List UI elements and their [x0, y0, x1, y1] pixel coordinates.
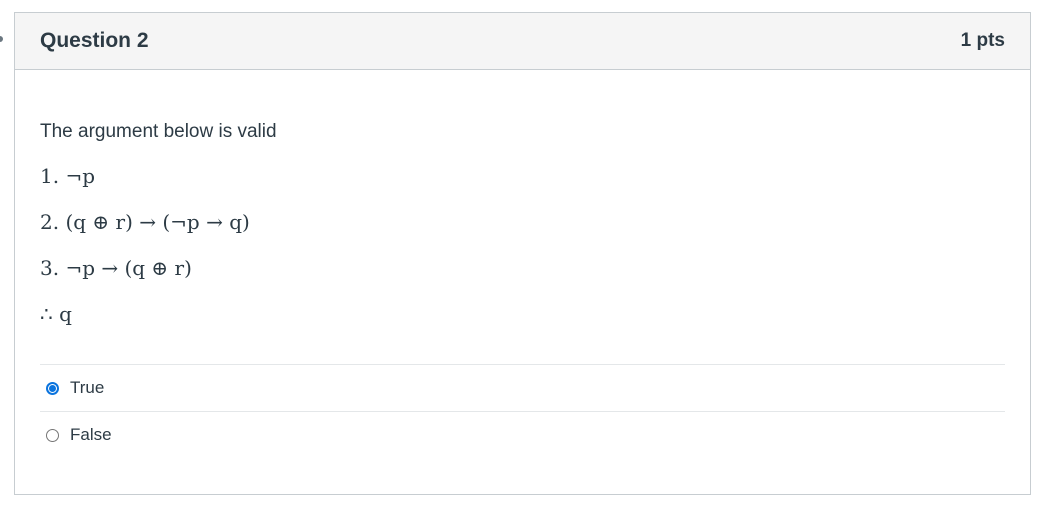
question-header: Question 2 1 pts	[15, 13, 1030, 70]
answer-true-label[interactable]: True	[70, 378, 104, 398]
question-title: Question 2	[40, 29, 149, 52]
question-prompt: The argument below is valid	[40, 121, 277, 142]
premise-2: 2. (q ⊕ r) → (¬p → q)	[40, 210, 250, 234]
answer-list: True False	[40, 364, 1005, 458]
question-body: The argument below is valid 1. ¬p 2. (q …	[15, 70, 1030, 458]
question-card: Question 2 1 pts The argument below is v…	[14, 12, 1031, 495]
premise-3: 3. ¬p → (q ⊕ r)	[40, 256, 192, 280]
radio-selected-dot-icon	[49, 384, 56, 392]
conclusion: ∴ q	[40, 302, 72, 326]
answer-false[interactable]: False	[40, 412, 1005, 458]
answer-true[interactable]: True	[40, 365, 1005, 412]
radio-true[interactable]	[46, 381, 59, 395]
radio-false[interactable]	[46, 428, 59, 442]
answer-false-label[interactable]: False	[70, 425, 112, 445]
question-points: 1 pts	[960, 30, 1005, 51]
edge-marker	[0, 36, 3, 42]
premise-1: 1. ¬p	[40, 164, 95, 188]
